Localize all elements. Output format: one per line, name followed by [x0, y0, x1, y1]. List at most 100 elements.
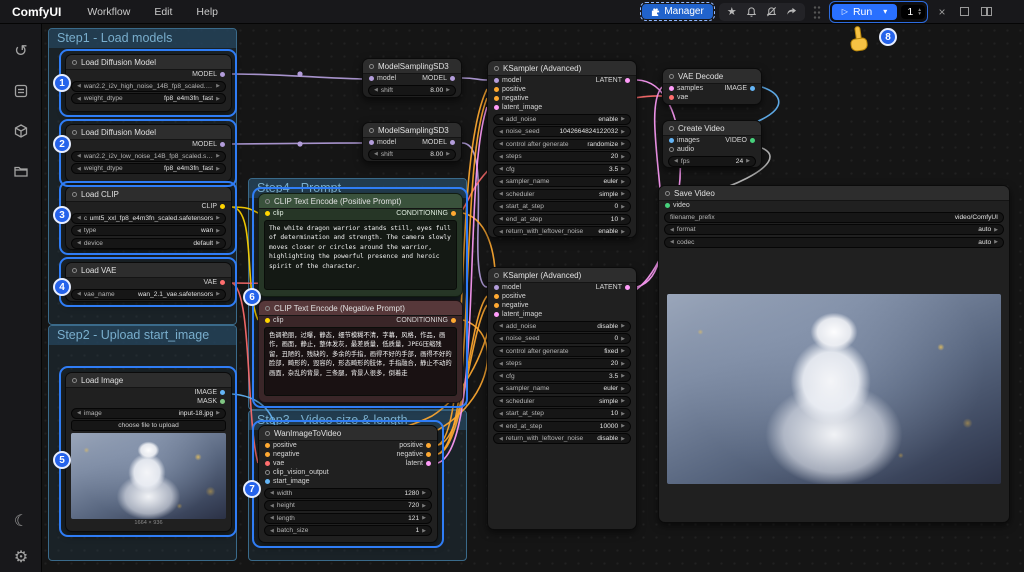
bell-off-icon[interactable]	[763, 4, 781, 20]
widget-control-after-generate[interactable]: ◀ control after generate fixed ▶	[493, 345, 631, 357]
clip-input-port[interactable]	[265, 318, 270, 323]
widget-batch-size[interactable]: ◀ batch_size 1 ▶	[264, 525, 432, 536]
widget-length[interactable]: ◀ length 121 ▶	[264, 512, 432, 524]
widget-unet-name[interactable]: ◀ wan2.2_i2v_low_noise_14B_fp8_scaled.saf…	[71, 150, 226, 162]
widget-start-at-step[interactable]: ◀ start_at_step 0 ▶	[493, 201, 631, 212]
manager-button[interactable]: Manager	[640, 2, 715, 21]
node-header[interactable]: ModelSamplingSD3	[363, 59, 461, 74]
widget-end-at-step[interactable]: ◀ end_at_step 10 ▶	[493, 213, 631, 225]
share-icon[interactable]	[783, 4, 801, 20]
node-library-icon[interactable]	[0, 76, 42, 106]
negative-input-port[interactable]	[265, 452, 270, 457]
widget-end-at-step[interactable]: ◀ end_at_step 10000 ▶	[493, 420, 631, 432]
model-output-port[interactable]	[450, 76, 455, 81]
positive-output-port[interactable]	[426, 443, 431, 448]
settings-gear-icon[interactable]: ⚙	[0, 542, 42, 572]
widget-clip-name[interactable]: ◀clip …umt5_xxl_fp8_e4m3fn_scaled.safete…	[71, 212, 226, 224]
clip-vision-input-port[interactable]	[265, 470, 270, 475]
vae-output-port[interactable]	[220, 280, 225, 285]
model-input-port[interactable]	[494, 78, 499, 83]
image-output-port[interactable]	[750, 86, 755, 91]
menu-help[interactable]: Help	[184, 6, 230, 18]
node-header[interactable]: ModelSamplingSD3	[363, 123, 461, 138]
node-modelsampling-sd3-1[interactable]: ModelSamplingSD3 model MODEL ◀ shift 8.00 ▶	[362, 58, 462, 98]
node-clip-text-encode-negative[interactable]: CLIP Text Encode (Negative Prompt) clip C…	[258, 300, 463, 403]
node-load-diffusion-model-low[interactable]: Load Diffusion Model MODEL ◀ wan2.2_i2v_l…	[65, 124, 232, 182]
widget-width[interactable]: ◀ width 1280 ▶	[264, 487, 432, 499]
widget-type[interactable]: ◀ type wan ▶	[71, 225, 226, 236]
negative-input-port[interactable]	[494, 96, 499, 101]
image-output-port[interactable]	[220, 390, 225, 395]
workflow-history-icon[interactable]: ↺	[0, 36, 42, 66]
widget-vae-name[interactable]: ◀ vae_name wan_2.1_vae.safetensors ▶	[71, 288, 226, 300]
node-header[interactable]: Create Video	[663, 121, 761, 136]
maximize-icon[interactable]	[956, 5, 972, 19]
collapse-dot-icon[interactable]	[72, 129, 77, 135]
latent-output-port[interactable]	[426, 461, 431, 466]
node-header[interactable]: KSampler (Advanced)	[488, 268, 636, 283]
node-vae-decode[interactable]: VAE Decode samples IMAGE vae	[662, 68, 762, 105]
samples-input-port[interactable]	[669, 86, 674, 91]
node-header[interactable]: Load Diffusion Model	[66, 55, 231, 70]
input-image-preview[interactable]	[71, 433, 226, 519]
collapse-dot-icon[interactable]	[72, 59, 77, 65]
comfyui-logo[interactable]: ComfyUI	[0, 5, 75, 19]
widget-shift[interactable]: ◀ shift 8.00 ▶	[368, 84, 456, 96]
widget-weight-dtype[interactable]: ◀ weight_dtype fp8_e4m3fn_fast ▶	[71, 163, 226, 174]
model-output-port[interactable]	[220, 72, 225, 77]
widget-image-file[interactable]: ◀ image input-18.jpg ▶	[71, 407, 226, 419]
collapse-dot-icon[interactable]	[369, 127, 374, 133]
node-header[interactable]: CLIP Text Encode (Negative Prompt)	[259, 301, 462, 316]
node-load-diffusion-model-high[interactable]: Load Diffusion Model MODEL ◀ wan2.2_i2v_h…	[65, 54, 232, 112]
bell-icon[interactable]	[743, 4, 761, 20]
node-create-video[interactable]: Create Video images VIDEO audio ◀ fps 24 ▶	[662, 120, 762, 168]
clear-queue-icon[interactable]: ×	[934, 5, 950, 19]
widget-control-after-generate[interactable]: ◀ control after generate randomize ▶	[493, 138, 631, 150]
widget-noise-seed[interactable]: ◀ noise_seed 1042664824122032 ▶	[493, 126, 631, 137]
queue-stepper[interactable]: ▴ ▾	[918, 7, 921, 17]
collapse-dot-icon[interactable]	[669, 73, 674, 79]
vae-input-port[interactable]	[265, 461, 270, 466]
widget-start-at-step[interactable]: ◀ start_at_step 10 ▶	[493, 408, 631, 419]
positive-input-port[interactable]	[494, 294, 499, 299]
group-step2-title[interactable]: Step2 - Upload start_image	[49, 326, 236, 345]
node-ksampler-advanced-1[interactable]: KSampler (Advanced) model LATENT positive…	[487, 60, 637, 238]
vae-input-port[interactable]	[669, 95, 674, 100]
node-save-video[interactable]: Save Video video filename_prefix video/Co…	[658, 185, 1010, 523]
video-output-port[interactable]	[750, 138, 755, 143]
menu-edit[interactable]: Edit	[142, 6, 184, 18]
node-ksampler-advanced-2[interactable]: KSampler (Advanced) model LATENT positive…	[487, 267, 637, 530]
node-load-clip[interactable]: Load CLIP CLIP ◀clip …umt5_xxl_fp8_e4m3f…	[65, 186, 232, 250]
node-modelsampling-sd3-2[interactable]: ModelSamplingSD3 model MODEL ◀ shift 8.00 ▶	[362, 122, 462, 162]
model-output-port[interactable]	[220, 142, 225, 147]
widget-weight-dtype[interactable]: ◀ weight_dtype fp8_e4m3fn_fast ▶	[71, 93, 226, 104]
positive-prompt-textarea[interactable]: The white dragon warrior stands still, e…	[264, 220, 457, 290]
widget-scheduler[interactable]: ◀ scheduler simple ▶	[493, 188, 631, 200]
model-input-port[interactable]	[369, 140, 374, 145]
drag-handle-icon[interactable]	[812, 4, 821, 19]
latent-output-port[interactable]	[625, 285, 630, 290]
widget-steps[interactable]: ◀ steps 20 ▶	[493, 358, 631, 369]
widget-codec[interactable]: ◀ codec auto ▶	[664, 236, 1004, 248]
collapse-dot-icon[interactable]	[72, 191, 77, 197]
widget-format[interactable]: ◀ format auto ▶	[664, 224, 1004, 235]
collapse-dot-icon[interactable]	[72, 267, 77, 273]
collapse-dot-icon[interactable]	[665, 190, 670, 196]
widget-height[interactable]: ◀ height 720 ▶	[264, 500, 432, 511]
workflows-folder-icon[interactable]	[0, 156, 42, 186]
clip-input-port[interactable]	[265, 211, 270, 216]
video-input-port[interactable]	[665, 203, 670, 208]
output-video-preview[interactable]	[667, 293, 1001, 484]
node-load-image[interactable]: Load Image IMAGE MASK ◀ image input-18.jpg…	[65, 372, 232, 532]
run-button[interactable]: ▷ Run ▾	[831, 3, 898, 20]
node-header[interactable]: CLIP Text Encode (Positive Prompt)	[259, 194, 462, 209]
node-clip-text-encode-positive[interactable]: CLIP Text Encode (Positive Prompt) clip C…	[258, 193, 463, 297]
theme-toggle-icon[interactable]: ☾	[0, 506, 42, 536]
split-panel-icon[interactable]	[978, 5, 994, 19]
collapse-dot-icon[interactable]	[265, 430, 270, 436]
menu-workflow[interactable]: Workflow	[75, 6, 142, 18]
widget-cfg[interactable]: ◀ cfg 3.5 ▶	[493, 163, 631, 175]
node-header[interactable]: Load Diffusion Model	[66, 125, 231, 140]
widget-return-leftover-noise[interactable]: ◀ return_with_leftover_noise enable ▶	[493, 226, 631, 237]
positive-input-port[interactable]	[494, 87, 499, 92]
